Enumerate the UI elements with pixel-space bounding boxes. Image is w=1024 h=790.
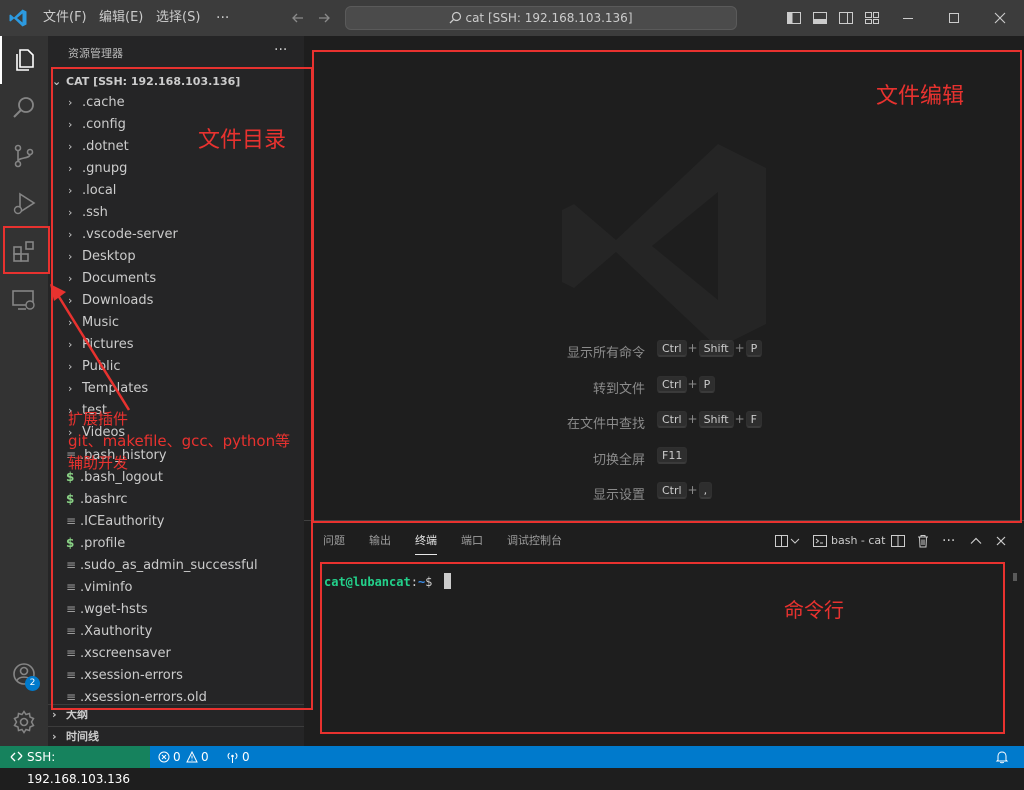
remote-label: SSH: 192.168.103.136 [27, 750, 131, 786]
menu-selection[interactable]: 选择(S) [156, 0, 200, 36]
command-center[interactable]: cat [SSH: 192.168.103.136] [345, 6, 737, 30]
editor-highlight [312, 50, 1022, 523]
menu-more[interactable]: ··· [216, 0, 229, 36]
trash-icon[interactable] [915, 533, 931, 549]
run-debug-icon[interactable] [0, 180, 48, 228]
activity-bar: 2 [0, 36, 48, 746]
terminal-annotation: 命令行 [784, 598, 844, 622]
terminal-icon [812, 533, 828, 549]
command-center-label: cat [SSH: 192.168.103.136] [465, 11, 633, 25]
forward-arrow-icon[interactable] [316, 10, 332, 26]
warning-icon [186, 751, 198, 763]
search-icon [449, 9, 462, 31]
menu-file[interactable]: 文件(F) [43, 0, 87, 36]
back-arrow-icon[interactable] [290, 10, 306, 26]
terminal-scrollbar[interactable] [1013, 573, 1017, 581]
terminal-highlight [320, 562, 1005, 734]
editor-annotation: 文件编辑 [876, 84, 965, 109]
error-count: 0 [173, 750, 181, 764]
close-panel-icon[interactable] [993, 533, 1009, 549]
tab-ports[interactable]: 端口 [461, 531, 483, 555]
warning-count: 0 [201, 750, 209, 764]
remote-indicator[interactable]: SSH: 192.168.103.136 [0, 746, 150, 786]
terminal-name[interactable]: bash - cat [831, 531, 886, 551]
source-control-icon[interactable] [0, 132, 48, 180]
extensions-annotation-line3: 辅助开发 [68, 454, 129, 472]
file-tree-annotation: 文件目录 [198, 128, 287, 153]
remote-explorer-icon[interactable] [0, 276, 48, 324]
tab-output[interactable]: 输出 [369, 531, 391, 555]
vscode-logo-icon [8, 8, 28, 28]
broadcast-icon [226, 751, 239, 764]
sidebar-more-button[interactable]: ··· [274, 42, 287, 58]
customize-layout-icon[interactable] [864, 10, 880, 26]
close-icon[interactable] [992, 10, 1008, 26]
title-bar: 文件(F) 编辑(E) 选择(S) ··· cat [SSH: 192.168.… [0, 0, 1024, 36]
menu-edit[interactable]: 编辑(E) [99, 0, 143, 36]
accounts-icon[interactable] [0, 650, 48, 698]
timeline-section[interactable]: › 时间线 [48, 726, 304, 746]
remote-icon [10, 750, 23, 763]
toggle-secondary-sidebar-icon[interactable] [838, 10, 854, 26]
search-icon[interactable] [0, 84, 48, 132]
toggle-primary-sidebar-icon[interactable] [786, 10, 802, 26]
extensions-annotation: 扩展插件 git、makefile、gcc、python等 辅助开发 [68, 408, 290, 474]
status-bar: SSH: 192.168.103.136 0 0 0 [0, 746, 1024, 786]
arrow-annotation [46, 282, 136, 417]
notifications-bell-icon[interactable] [995, 750, 1009, 764]
settings-gear-icon[interactable] [0, 698, 48, 746]
tab-debug-console[interactable]: 调试控制台 [507, 531, 562, 555]
tab-terminal[interactable]: 终端 [415, 531, 437, 555]
sidebar-title: 资源管理器 [68, 47, 123, 60]
error-icon [158, 751, 170, 763]
maximize-panel-icon[interactable] [968, 533, 984, 549]
minimize-icon[interactable] [900, 10, 916, 26]
ports-count: 0 [242, 750, 250, 764]
explorer-icon[interactable] [0, 36, 48, 84]
split-layout-icon[interactable] [774, 533, 790, 549]
timeline-label: 时间线 [66, 730, 99, 743]
tab-problems[interactable]: 问题 [323, 531, 345, 555]
chevron-down-icon[interactable] [790, 534, 800, 548]
chevron-right-icon: › [52, 730, 57, 743]
extensions-highlight [3, 226, 50, 274]
accounts-badge: 2 [25, 676, 40, 691]
extensions-annotation-line2: git、makefile、gcc、python等 [68, 432, 291, 450]
maximize-icon[interactable] [946, 10, 962, 26]
panel-more-button[interactable]: ··· [942, 531, 955, 551]
split-terminal-icon[interactable] [890, 533, 906, 549]
toggle-panel-icon[interactable] [812, 10, 828, 26]
